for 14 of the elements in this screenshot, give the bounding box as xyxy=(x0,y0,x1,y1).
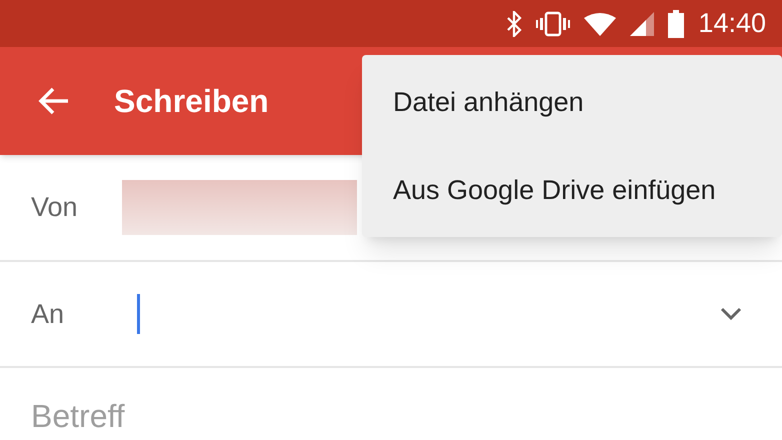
menu-item[interactable]: Aus Google Drive einfügen xyxy=(362,146,782,234)
wifi-icon xyxy=(584,12,616,36)
menu-item[interactable]: Datei anhängen xyxy=(362,58,782,146)
from-label: Von xyxy=(31,191,79,224)
chevron-down-icon[interactable] xyxy=(720,307,742,321)
bluetooth-icon xyxy=(506,10,522,36)
battery-icon xyxy=(668,10,684,38)
status-time: 14:40 xyxy=(698,10,766,37)
to-label: An xyxy=(31,298,66,331)
subject-field[interactable]: Betreff xyxy=(31,394,631,438)
signal-icon xyxy=(630,12,654,36)
vibrate-icon xyxy=(536,10,570,36)
back-arrow-icon[interactable] xyxy=(38,87,70,115)
app-bar-title: Schreiben xyxy=(114,82,269,121)
